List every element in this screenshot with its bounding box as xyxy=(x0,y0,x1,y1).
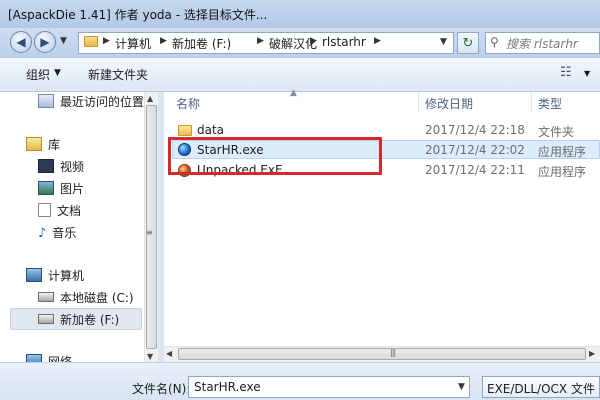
nav-item-label: 最近访问的位置 xyxy=(60,94,145,109)
nav-item-label: 音乐 xyxy=(52,225,77,240)
scroll-up-icon[interactable]: ▲ xyxy=(147,94,153,103)
nav-item-label: 库 xyxy=(48,137,61,152)
column-header-date[interactable]: 修改日期 xyxy=(425,95,473,112)
nav-item-label: 本地磁盘 (C:) xyxy=(60,290,134,305)
drive-icon xyxy=(38,292,54,302)
address-dropdown[interactable]: ▼ xyxy=(440,37,447,47)
computer-icon xyxy=(26,268,42,282)
grip-icon: ≡ xyxy=(146,228,153,237)
nav-item-videos[interactable]: 视频 xyxy=(38,156,84,176)
chevron-right-icon[interactable]: ▶ xyxy=(310,36,317,46)
folder-icon xyxy=(178,125,192,136)
library-icon xyxy=(26,137,42,151)
picture-icon xyxy=(38,181,54,195)
breadcrumb-computer[interactable]: 计算机 xyxy=(115,35,151,52)
nav-item-music[interactable]: ♪ 音乐 xyxy=(38,222,76,242)
file-date: 2017/12/4 22:11 xyxy=(425,163,525,177)
drive-icon xyxy=(38,314,54,324)
nav-item-label: 图片 xyxy=(60,181,85,196)
chevron-down-icon[interactable]: ▼ xyxy=(584,69,590,78)
chevron-right-icon[interactable]: ▶ xyxy=(160,36,167,46)
nav-item-label: 视频 xyxy=(60,159,85,174)
scroll-right-icon[interactable]: ▶ xyxy=(589,349,595,358)
file-name: data xyxy=(197,123,225,137)
chevron-down-icon: ▼ xyxy=(54,68,61,78)
recent-pages-dropdown[interactable]: ▼ xyxy=(60,36,67,46)
nav-item-local-disk[interactable]: 本地磁盘 (C:) xyxy=(38,287,134,307)
search-icon: ⚲ xyxy=(490,35,499,49)
nav-item-new-volume[interactable]: 新加卷 (F:) xyxy=(38,309,119,329)
chevron-right-icon[interactable]: ▶ xyxy=(257,36,264,46)
window-title: [AspackDie 1.41] 作者 yoda - 选择目标文件... xyxy=(8,8,268,22)
refresh-button[interactable]: ↻ xyxy=(457,32,479,54)
filename-input[interactable]: StarHR.exe xyxy=(188,376,470,398)
breadcrumb-drive-f[interactable]: 新加卷 (F:) xyxy=(172,35,231,52)
sort-ascending-icon: ▲ xyxy=(290,88,297,98)
scroll-left-icon[interactable]: ◀ xyxy=(166,349,172,358)
back-button[interactable]: ◀ xyxy=(10,31,32,53)
document-icon xyxy=(38,203,51,217)
chevron-right-icon[interactable]: ▶ xyxy=(103,36,110,46)
nav-item-label: 计算机 xyxy=(48,268,85,283)
organize-button[interactable]: 组织 xyxy=(26,66,50,83)
nav-item-computer[interactable]: 计算机 xyxy=(26,265,84,285)
video-icon xyxy=(38,159,54,173)
nav-item-documents[interactable]: 文档 xyxy=(38,200,81,220)
nav-item-libraries[interactable]: 库 xyxy=(26,134,60,154)
refresh-icon: ↻ xyxy=(462,35,474,51)
file-type-filter[interactable]: EXE/DLL/OCX 文件 xyxy=(482,376,600,398)
file-type: 应用程序 xyxy=(538,165,587,179)
search-placeholder: 搜索 rlstarhr xyxy=(506,37,578,51)
chevron-right-icon[interactable]: ▶ xyxy=(374,36,381,46)
nav-scrollbar-thumb[interactable] xyxy=(146,105,157,349)
chevron-down-icon[interactable]: ▼ xyxy=(458,382,465,392)
column-header-name[interactable]: 名称 xyxy=(176,95,200,112)
folder-icon xyxy=(84,36,98,47)
nav-item-label: 文档 xyxy=(57,203,82,218)
file-date: 2017/12/4 22:02 xyxy=(425,143,525,157)
scroll-down-icon[interactable]: ▼ xyxy=(147,352,153,361)
highlight-box xyxy=(168,137,382,175)
file-type: 文件夹 xyxy=(538,125,575,139)
view-options-icon[interactable]: ☷ xyxy=(560,65,572,80)
nav-item-recent[interactable]: 最近访问的位置 xyxy=(38,91,144,111)
column-divider[interactable] xyxy=(418,92,419,112)
arrow-right-icon: ▶ xyxy=(40,35,50,49)
filename-label: 文件名(N): xyxy=(132,382,191,396)
breadcrumb-rlstarhr[interactable]: rlstarhr xyxy=(322,35,366,49)
horizontal-scrollbar-thumb[interactable] xyxy=(178,348,586,360)
column-divider[interactable] xyxy=(531,92,532,112)
new-folder-button[interactable]: 新建文件夹 xyxy=(88,66,148,83)
arrow-left-icon: ◀ xyxy=(16,35,26,49)
forward-button[interactable]: ▶ xyxy=(34,31,56,53)
file-date: 2017/12/4 22:18 xyxy=(425,123,525,137)
grip-icon: ||| xyxy=(390,348,396,357)
nav-item-pictures[interactable]: 图片 xyxy=(38,178,84,198)
file-type: 应用程序 xyxy=(538,145,587,159)
nav-item-label: 新加卷 (F:) xyxy=(60,312,120,327)
recent-places-icon xyxy=(38,94,54,108)
column-header-type[interactable]: 类型 xyxy=(538,95,562,112)
music-icon: ♪ xyxy=(38,226,47,241)
